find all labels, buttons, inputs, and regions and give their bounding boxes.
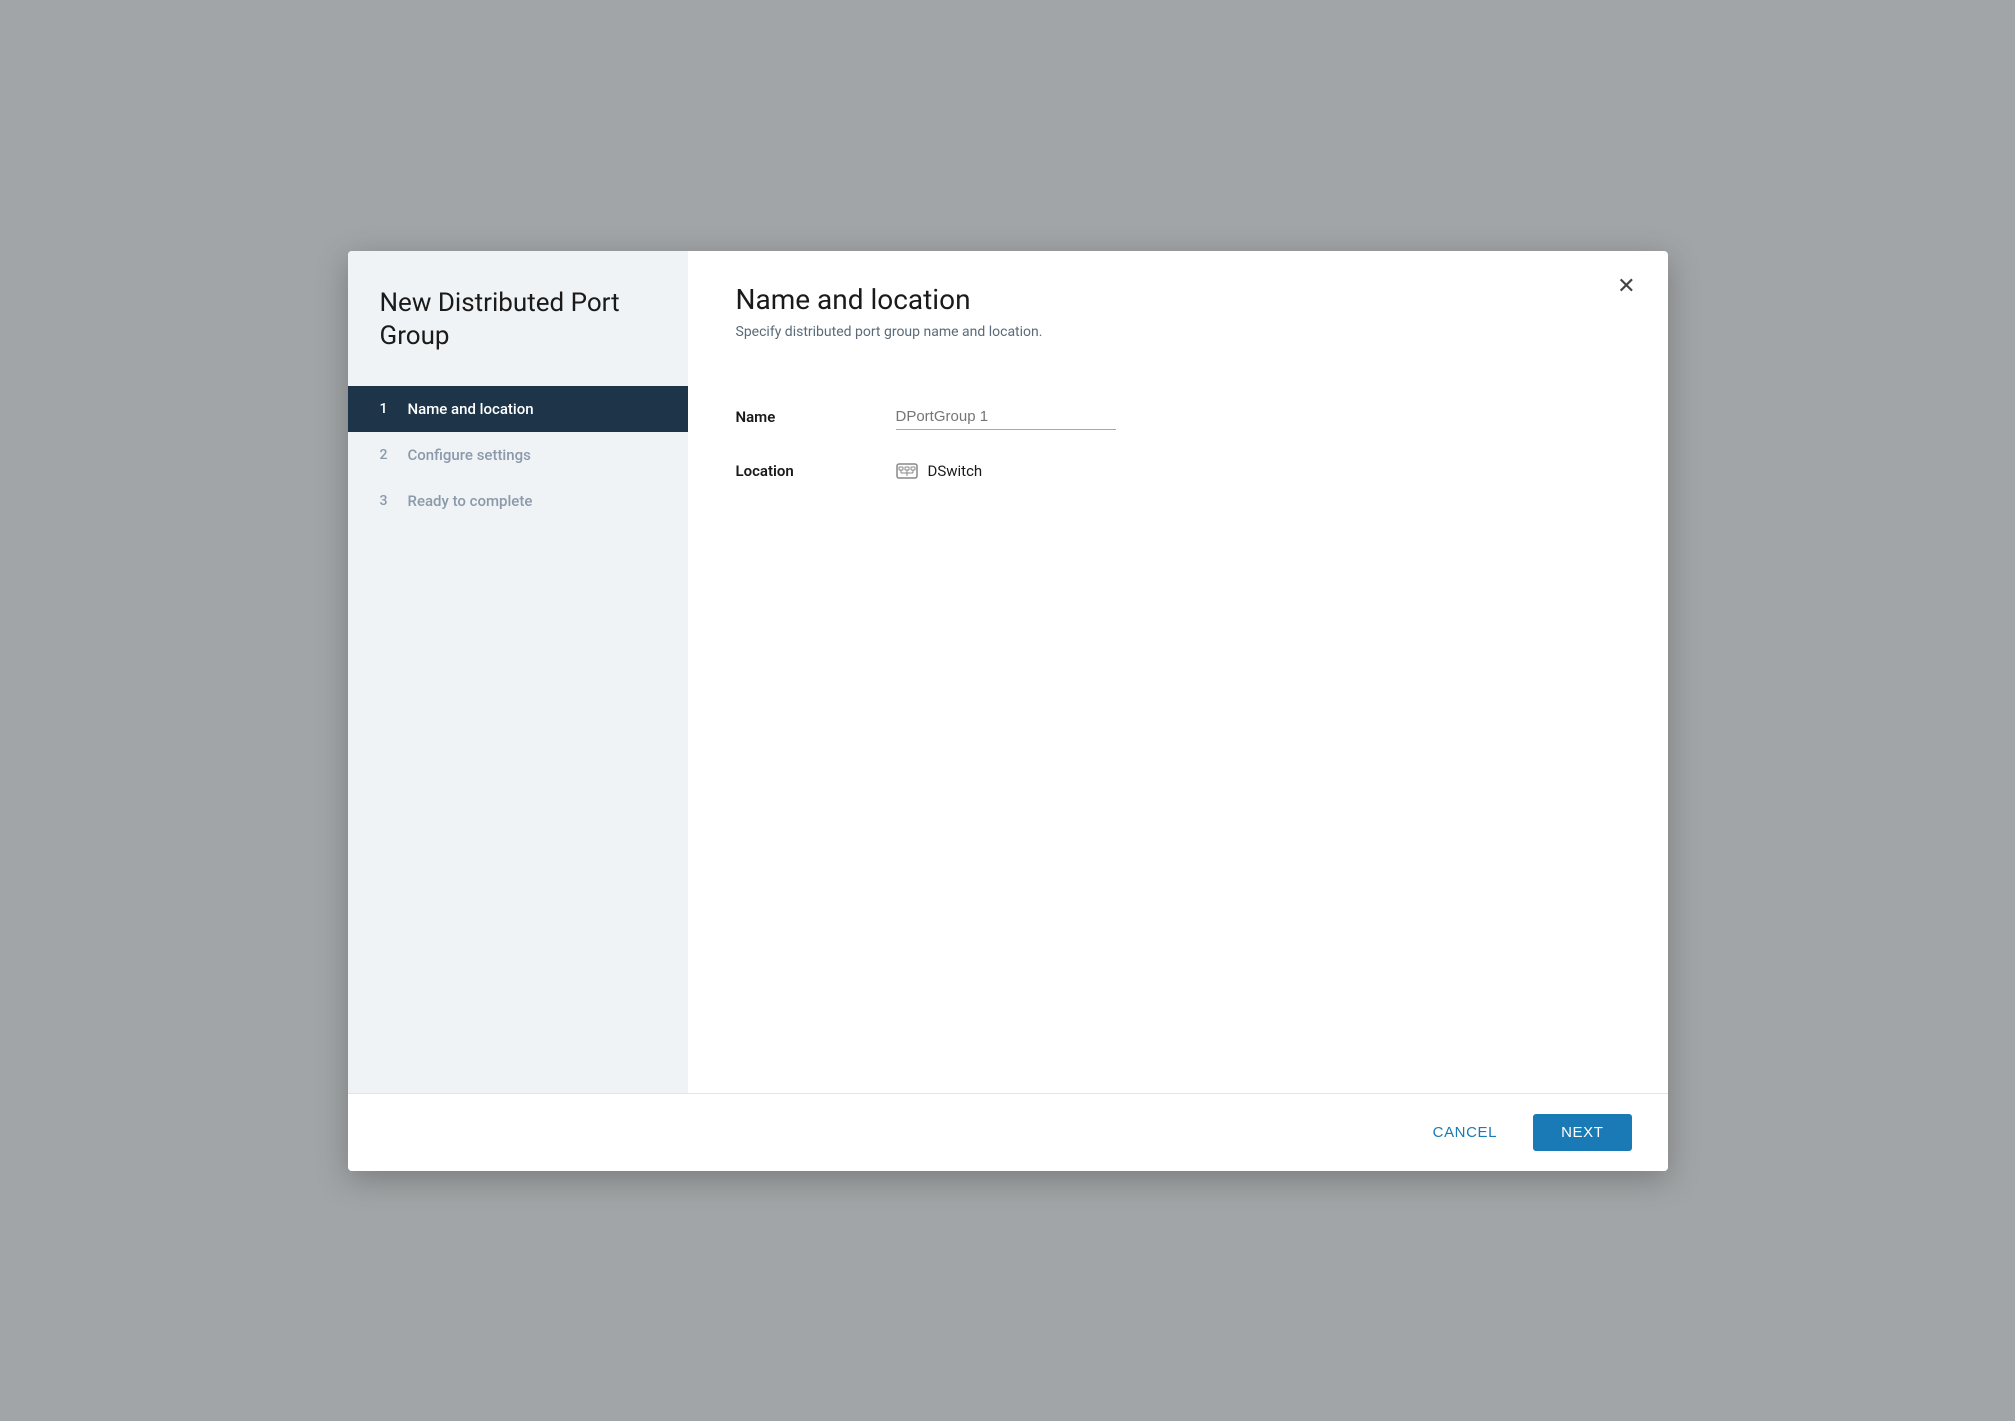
main-content: ✕ Name and location Specify distributed … <box>688 251 1668 1093</box>
location-value: DSwitch <box>896 462 983 480</box>
dswitch-icon <box>896 463 918 479</box>
dialog-body: New Distributed Port Group 1 Name and lo… <box>348 251 1668 1093</box>
sidebar-steps: 1 Name and location 2 Configure settings… <box>348 386 688 524</box>
name-input[interactable] <box>896 404 1116 430</box>
close-button[interactable]: ✕ <box>1613 271 1639 301</box>
dialog-overlay: New Distributed Port Group 1 Name and lo… <box>0 0 2015 1421</box>
name-label: Name <box>736 408 896 426</box>
close-icon: ✕ <box>1617 273 1635 298</box>
step-number-2: 2 <box>380 447 396 463</box>
main-title: Name and location <box>736 283 1620 316</box>
sidebar-step-2[interactable]: 2 Configure settings <box>348 432 688 478</box>
dialog: New Distributed Port Group 1 Name and lo… <box>348 251 1668 1171</box>
sidebar-title: New Distributed Port Group <box>348 287 688 387</box>
step-label-1: Name and location <box>408 400 534 418</box>
step-label-2: Configure settings <box>408 446 531 464</box>
step-number-1: 1 <box>380 401 396 417</box>
main-subtitle: Specify distributed port group name and … <box>736 324 1620 340</box>
cancel-button[interactable]: CANCEL <box>1409 1114 1521 1151</box>
name-row: Name <box>736 404 1620 430</box>
sidebar: New Distributed Port Group 1 Name and lo… <box>348 251 688 1093</box>
next-button[interactable]: NEXT <box>1533 1114 1631 1151</box>
location-label: Location <box>736 462 896 480</box>
form-area: Name Location <box>688 372 1668 1093</box>
step-number-3: 3 <box>380 493 396 509</box>
step-label-3: Ready to complete <box>408 492 533 510</box>
sidebar-step-1[interactable]: 1 Name and location <box>348 386 688 432</box>
main-header: Name and location Specify distributed po… <box>688 251 1668 372</box>
sidebar-step-3[interactable]: 3 Ready to complete <box>348 478 688 524</box>
location-row: Location <box>736 462 1620 480</box>
dialog-footer: CANCEL NEXT <box>348 1093 1668 1171</box>
location-text: DSwitch <box>928 462 983 480</box>
